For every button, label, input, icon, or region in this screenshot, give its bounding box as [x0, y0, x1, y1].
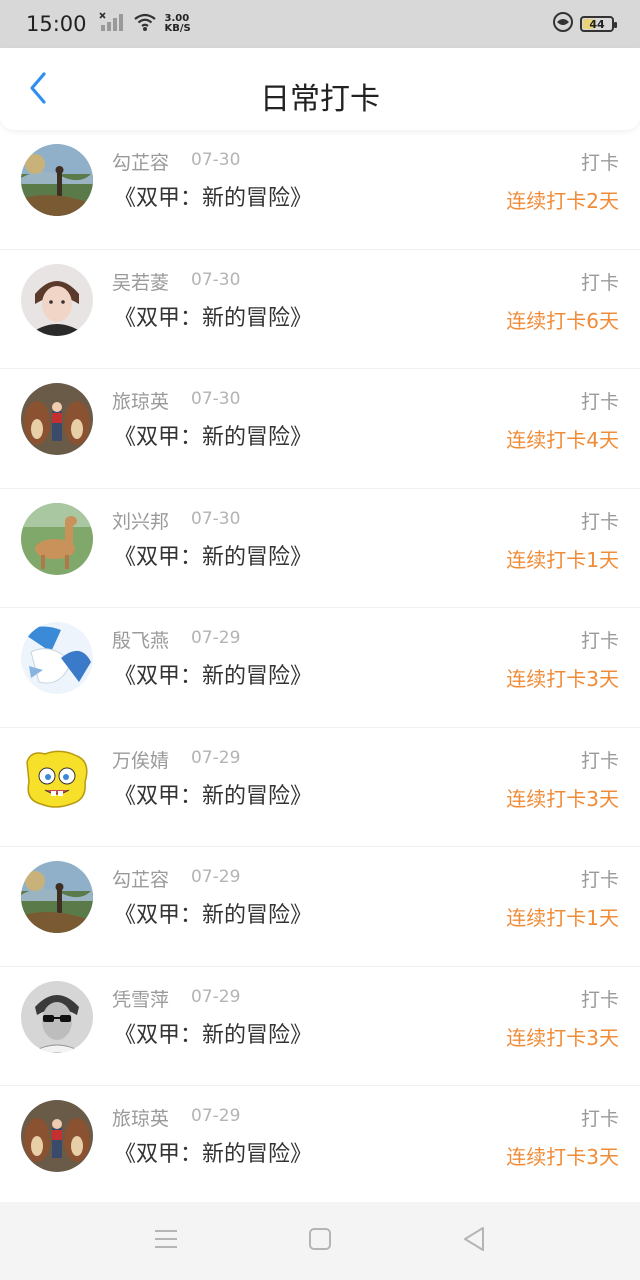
list-item[interactable]: 勾芷容 07-30 《双甲：新的冒险》 打卡连续打卡2天: [0, 130, 640, 250]
book-title: 《双甲：新的冒险》: [114, 186, 313, 211]
checkin-action-label: 打卡: [580, 510, 619, 533]
streak-label: 连续打卡3天: [506, 1145, 619, 1169]
streak-label: 连续打卡3天: [506, 786, 619, 811]
checkin-date: 07-30: [191, 269, 241, 290]
list-item[interactable]: 殷飞燕 07-29 《双甲：新的冒险》 打卡连续打卡3天: [0, 608, 640, 728]
user-name: 殷飞燕: [112, 630, 170, 652]
user-name: 旅琼英: [112, 1108, 170, 1130]
sponge-avatar[interactable]: [21, 741, 93, 814]
checkin-list: 勾芷容 07-30 《双甲：新的冒险》 打卡 连续打卡2天 吴若菱 07-30 《双甲：新的冒…: [0, 130, 640, 1206]
system-nav-bar: [0, 1202, 640, 1280]
streak-label: 连续打卡3天: [506, 1025, 619, 1050]
checkin-action-label: 打卡: [580, 271, 619, 294]
streak-label: 连续打卡4天: [506, 428, 619, 452]
battery-icon: 44: [580, 16, 617, 32]
book-title: 《双甲：新的冒险》: [114, 783, 313, 809]
checkin-action-label: 打卡: [580, 1108, 619, 1130]
menu-button[interactable]: [152, 1227, 180, 1255]
book-title: 《双甲：新的冒险》: [114, 903, 313, 928]
streak-label: 连续打卡1天: [506, 906, 619, 930]
checkin-date: 07-29: [191, 986, 241, 1007]
checkin-action-label: 打卡: [580, 988, 619, 1011]
network-speed-unit: KB/S: [164, 23, 191, 34]
list-item[interactable]: 万俟婧 07-29 《双甲：新的冒险》 打卡连续打卡3天: [0, 728, 640, 847]
list-item[interactable]: 旅琼英 07-29 《双甲：新的冒险》 打卡连续打卡3天: [0, 1086, 640, 1206]
triangle-back-icon: [462, 1226, 486, 1256]
checkin-date: 07-29: [191, 867, 241, 887]
list-item[interactable]: 勾芷容 07-29 《双甲：新的冒险》 打卡连续打卡1天: [0, 847, 640, 967]
status-bar: 15:00 3.00 KB/S 44: [0, 0, 640, 48]
list-item[interactable]: 旅琼英 07-30 《双甲：新的冒险》 打卡连续打卡4天: [0, 369, 640, 489]
user-name: 凭雪萍: [112, 988, 170, 1011]
checkin-date: 07-29: [191, 747, 241, 768]
user-name: 勾芷容: [112, 869, 170, 891]
book-title: 《双甲：新的冒险》: [114, 1022, 313, 1048]
book-title: 《双甲：新的冒险》: [114, 544, 313, 570]
user-name: 刘兴邦: [112, 510, 170, 533]
status-icons: 3.00 KB/S: [98, 12, 191, 36]
book-title: 《双甲：新的冒险》: [114, 425, 313, 450]
chevron-left-icon: [27, 71, 49, 109]
checkin-date: 07-30: [191, 389, 241, 409]
eye-protect-icon: [552, 11, 574, 37]
status-time: 15:00: [26, 12, 87, 36]
chipmunks-avatar[interactable]: [21, 1100, 93, 1172]
checkin-date: 07-29: [191, 1106, 241, 1126]
list-item[interactable]: 凭雪萍 07-29 《双甲：新的冒险》 打卡连续打卡3天: [0, 967, 640, 1086]
streak-label: 连续打卡1天: [506, 547, 619, 572]
checkin-action-label: 打卡: [580, 391, 619, 413]
checkin-date: 07-30: [191, 150, 241, 170]
signal-icon: [98, 12, 125, 36]
streak-label: 连续打卡2天: [506, 189, 619, 213]
square-icon: [308, 1227, 332, 1255]
sunglasses-avatar[interactable]: [21, 980, 93, 1053]
user-name: 勾芷容: [112, 152, 170, 174]
nav-bar: [0, 48, 640, 130]
book-title: 《双甲：新的冒险》: [114, 1142, 313, 1167]
back-button[interactable]: [18, 70, 58, 110]
checkin-action-label: 打卡: [580, 869, 619, 891]
list-item[interactable]: 刘兴邦 07-30 《双甲：新的冒险》 打卡连续打卡1天: [0, 489, 640, 608]
checkin-action-label: 打卡: [580, 630, 619, 652]
checkin-action-label: 打卡: [580, 749, 619, 772]
back-nav-button[interactable]: [460, 1227, 488, 1255]
streak-label: 连续打卡6天: [506, 308, 619, 333]
user-name: 万俟婧: [112, 749, 170, 772]
checkin-date: 07-30: [191, 508, 241, 529]
alpaca-avatar[interactable]: [21, 502, 93, 575]
checkin-date: 07-29: [191, 628, 241, 648]
chipmunks-avatar[interactable]: [21, 383, 93, 455]
status-right: 44: [552, 11, 617, 37]
streak-label: 连续打卡3天: [506, 667, 619, 691]
wifi-icon: [133, 12, 157, 36]
checkin-action-label: 打卡: [580, 152, 619, 174]
bird-avatar[interactable]: [21, 622, 93, 694]
person-avatar[interactable]: [21, 263, 93, 336]
book-title: 《双甲：新的冒险》: [114, 305, 313, 331]
book-title: 《双甲：新的冒险》: [114, 664, 313, 689]
list-item[interactable]: 吴若菱 07-30 《双甲：新的冒险》 打卡连续打卡6天: [0, 250, 640, 369]
battery-level: 44: [589, 17, 605, 31]
user-name: 吴若菱: [112, 271, 170, 294]
menu-icon: [153, 1228, 179, 1254]
home-button[interactable]: [306, 1227, 334, 1255]
network-speed: 3.00 KB/S: [165, 14, 191, 34]
landscape-avatar[interactable]: [21, 861, 93, 933]
landscape-avatar[interactable]: [21, 144, 93, 216]
user-name: 旅琼英: [112, 391, 170, 413]
